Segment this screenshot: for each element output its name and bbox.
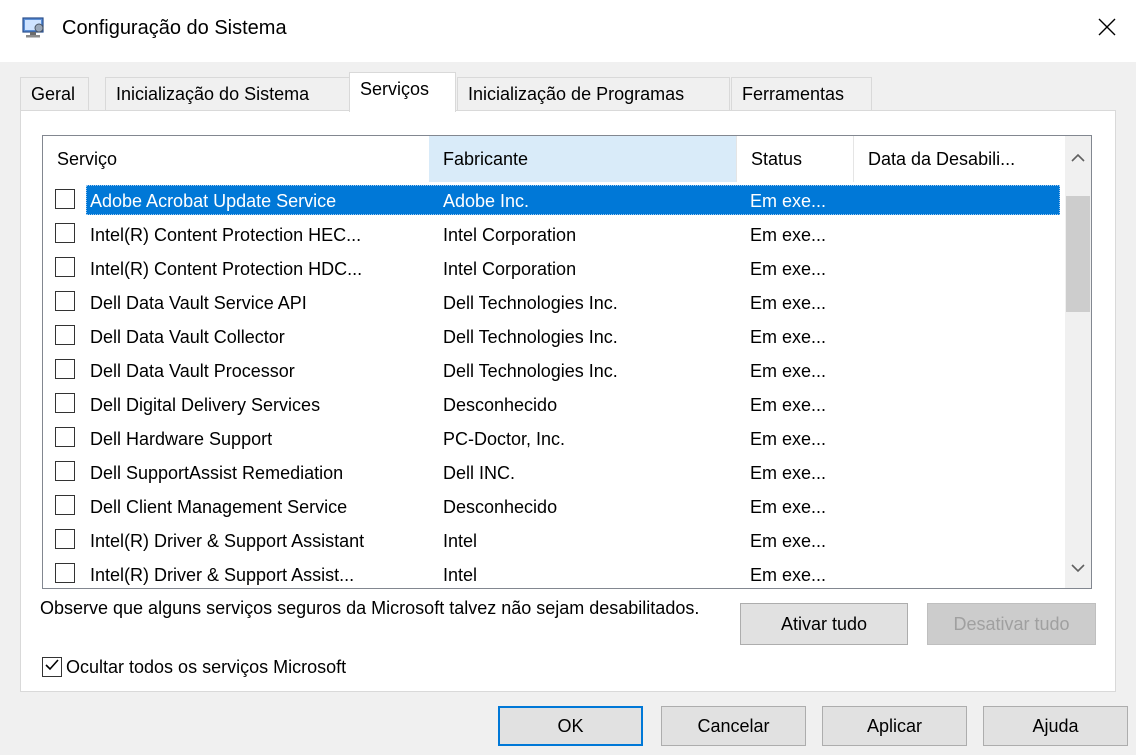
tab-ferramentas[interactable]: Ferramentas <box>731 77 872 110</box>
service-checkbox[interactable] <box>55 563 75 583</box>
service-name: Adobe Acrobat Update Service <box>90 191 337 211</box>
title-bar: Configuração do Sistema <box>0 0 1136 62</box>
table-row[interactable]: Intel(R) Content Protection HDC... Intel… <box>43 252 1065 286</box>
close-button[interactable] <box>1078 0 1136 58</box>
service-checkbox[interactable] <box>55 291 75 311</box>
service-checkbox[interactable] <box>55 257 75 277</box>
enable-all-button[interactable]: Ativar tudo <box>740 603 908 645</box>
cancel-button[interactable]: Cancelar <box>661 706 806 746</box>
service-manufacturer: Intel Corporation <box>443 259 577 279</box>
table-row[interactable]: Dell Data Vault Service API Dell Technol… <box>43 286 1065 320</box>
table-row[interactable]: Intel(R) Content Protection HEC... Intel… <box>43 218 1065 252</box>
service-name: Dell Hardware Support <box>90 429 273 449</box>
disable-all-button[interactable]: Desativar tudo <box>927 603 1096 645</box>
table-row[interactable]: Dell Client Management Service Desconhec… <box>43 490 1065 524</box>
window-title: Configuração do Sistema <box>62 17 287 39</box>
hide-microsoft-label: Ocultar todos os serviços Microsoft <box>66 656 347 677</box>
list-header: Serviço Fabricante Status Data da Desabi… <box>43 136 1065 182</box>
tab-servicos[interactable]: Serviços <box>349 72 456 112</box>
ok-button[interactable]: OK <box>498 706 643 746</box>
service-checkbox[interactable] <box>55 461 75 481</box>
service-manufacturer: Adobe Inc. <box>443 191 530 211</box>
table-row[interactable]: Dell Hardware Support PC-Doctor, Inc. Em… <box>43 422 1065 456</box>
table-row[interactable]: Intel(R) Driver & Support Assistant Inte… <box>43 524 1065 558</box>
service-name: Intel(R) Driver & Support Assist... <box>90 565 355 585</box>
service-manufacturer: Intel Corporation <box>443 225 577 245</box>
service-status: Em exe... <box>750 191 827 211</box>
table-row[interactable]: Intel(R) Driver & Support Assist... Inte… <box>43 558 1065 588</box>
service-status: Em exe... <box>750 565 827 585</box>
table-row[interactable]: Dell Data Vault Processor Dell Technolog… <box>43 354 1065 388</box>
service-name: Dell Data Vault Service API <box>90 293 307 313</box>
service-manufacturer: Dell Technologies Inc. <box>443 361 618 381</box>
services-list[interactable]: Serviço Fabricante Status Data da Desabi… <box>42 135 1092 589</box>
service-status: Em exe... <box>750 327 827 347</box>
column-header-manufacturer[interactable]: Fabricante <box>429 136 736 182</box>
service-name: Dell Data Vault Processor <box>90 361 295 381</box>
hide-microsoft-services[interactable]: Ocultar todos os serviços Microsoft <box>42 655 346 679</box>
service-status: Em exe... <box>750 429 827 449</box>
scrollbar-thumb[interactable] <box>1066 196 1090 312</box>
column-header-disable-date[interactable]: Data da Desabili... <box>853 136 1065 182</box>
table-row[interactable]: Dell SupportAssist Remediation Dell INC.… <box>43 456 1065 490</box>
service-manufacturer: Dell Technologies Inc. <box>443 293 618 313</box>
service-manufacturer: Dell Technologies Inc. <box>443 327 618 347</box>
service-name: Intel(R) Content Protection HEC... <box>90 225 362 245</box>
hide-microsoft-checkbox[interactable] <box>42 657 62 677</box>
tab-geral[interactable]: Geral <box>20 77 89 110</box>
scroll-down-icon <box>1071 557 1085 578</box>
help-button[interactable]: Ajuda <box>983 706 1128 746</box>
service-status: Em exe... <box>750 497 827 517</box>
service-name: Intel(R) Content Protection HDC... <box>90 259 363 279</box>
vertical-scrollbar[interactable] <box>1065 136 1091 588</box>
scroll-up-button[interactable] <box>1065 144 1091 170</box>
service-manufacturer: Intel <box>443 531 478 551</box>
service-checkbox[interactable] <box>55 427 75 447</box>
close-icon <box>1098 18 1116 41</box>
service-name: Dell SupportAssist Remediation <box>90 463 344 483</box>
service-checkbox[interactable] <box>55 495 75 515</box>
service-name: Intel(R) Driver & Support Assistant <box>90 531 365 551</box>
service-status: Em exe... <box>750 463 827 483</box>
scroll-down-button[interactable] <box>1065 554 1091 580</box>
system-config-icon <box>22 17 46 39</box>
service-status: Em exe... <box>750 395 827 415</box>
table-row[interactable]: Adobe Acrobat Update Service Adobe Inc. … <box>43 184 1065 218</box>
service-checkbox[interactable] <box>55 223 75 243</box>
service-status: Em exe... <box>750 361 827 381</box>
service-manufacturer: PC-Doctor, Inc. <box>443 429 566 449</box>
service-checkbox[interactable] <box>55 359 75 379</box>
column-header-service[interactable]: Serviço <box>43 136 429 182</box>
services-rows: Adobe Acrobat Update Service Adobe Inc. … <box>43 184 1065 588</box>
checkmark-icon <box>44 657 60 678</box>
service-name: Dell Client Management Service <box>90 497 348 517</box>
service-checkbox[interactable] <box>55 393 75 413</box>
microsoft-services-note: Observe que alguns serviços seguros da M… <box>40 598 700 618</box>
column-header-status[interactable]: Status <box>736 136 853 182</box>
service-status: Em exe... <box>750 293 827 313</box>
service-name: Dell Data Vault Collector <box>90 327 285 347</box>
service-manufacturer: Dell INC. <box>443 463 516 483</box>
service-manufacturer: Desconhecido <box>443 497 558 517</box>
service-status: Em exe... <box>750 531 827 551</box>
tab-inicializacao-sistema[interactable]: Inicialização do Sistema <box>105 77 352 110</box>
service-status: Em exe... <box>750 259 827 279</box>
apply-button[interactable]: Aplicar <box>822 706 967 746</box>
services-panel: Serviço Fabricante Status Data da Desabi… <box>20 110 1116 692</box>
service-manufacturer: Desconhecido <box>443 395 558 415</box>
service-name: Dell Digital Delivery Services <box>90 395 321 415</box>
table-row[interactable]: Dell Data Vault Collector Dell Technolog… <box>43 320 1065 354</box>
service-checkbox[interactable] <box>55 189 75 209</box>
service-checkbox[interactable] <box>55 529 75 549</box>
service-manufacturer: Intel <box>443 565 478 585</box>
table-row[interactable]: Dell Digital Delivery Services Desconhec… <box>43 388 1065 422</box>
tab-inicializacao-programas[interactable]: Inicialização de Programas <box>457 77 730 110</box>
service-status: Em exe... <box>750 225 827 245</box>
service-checkbox[interactable] <box>55 325 75 345</box>
scroll-up-icon <box>1071 147 1085 168</box>
